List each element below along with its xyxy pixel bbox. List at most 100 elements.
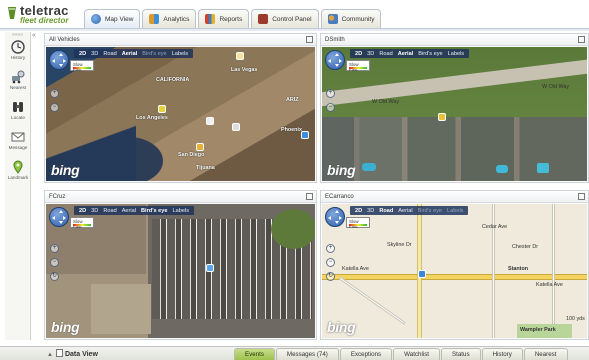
vehicle-marker[interactable] bbox=[206, 117, 214, 125]
mode-2d-button[interactable]: 2D bbox=[79, 208, 86, 214]
sidebar-item-locate[interactable]: Locate bbox=[5, 100, 31, 120]
tab-status[interactable]: Status bbox=[441, 348, 481, 360]
mode-3d-button[interactable]: 3D bbox=[367, 51, 374, 57]
rotate-button[interactable]: ↻ bbox=[326, 272, 335, 281]
aerial-button[interactable]: Aerial bbox=[122, 51, 138, 57]
vehicle-marker[interactable] bbox=[158, 105, 166, 113]
speed-legend: Slow Fast bbox=[346, 60, 370, 72]
zoom-out-button[interactable]: − bbox=[50, 103, 59, 112]
data-view-toggle[interactable]: ▲ Data View bbox=[47, 349, 98, 358]
zoom-in-button[interactable]: + bbox=[50, 244, 59, 253]
maximize-icon[interactable] bbox=[578, 193, 585, 200]
road-button[interactable]: Road bbox=[379, 208, 393, 214]
vehicle-marker[interactable] bbox=[232, 123, 240, 131]
mode-2d-button[interactable]: 2D bbox=[355, 51, 362, 57]
sidebar-item-nearest[interactable]: Nearest bbox=[5, 70, 31, 90]
teletrac-logo-icon bbox=[8, 7, 16, 19]
tab-reports[interactable]: Reports bbox=[198, 9, 250, 28]
speed-legend: Slow Fast bbox=[70, 217, 94, 229]
panel-title: DSmith bbox=[321, 34, 588, 46]
labels-button[interactable]: Labels bbox=[173, 208, 189, 214]
street-label: Katella Ave bbox=[342, 266, 369, 272]
vehicle-marker[interactable] bbox=[301, 131, 309, 139]
road-button[interactable]: Road bbox=[103, 208, 116, 214]
zoom-in-button[interactable]: + bbox=[326, 244, 335, 253]
tab-history[interactable]: History bbox=[481, 348, 523, 360]
map-view[interactable]: 2D 3D Road Aerial Bird's eye Labels Slow… bbox=[322, 204, 587, 338]
mode-3d-button[interactable]: 3D bbox=[91, 51, 98, 57]
map-view[interactable]: 2D 3D Road Aerial Bird's eye Labels Slow… bbox=[46, 47, 315, 181]
maximize-icon[interactable] bbox=[306, 193, 313, 200]
rotate-button[interactable]: ↻ bbox=[50, 272, 59, 281]
bing-logo: bing bbox=[327, 162, 356, 178]
tab-control-panel[interactable]: Control Panel bbox=[251, 9, 319, 28]
panel-title-text: FCruz bbox=[49, 194, 66, 200]
vehicle-marker[interactable] bbox=[196, 143, 204, 151]
tab-messages[interactable]: Messages (74) bbox=[275, 348, 339, 360]
zoom-controls: + − bbox=[326, 89, 337, 112]
mode-2d-button[interactable]: 2D bbox=[79, 51, 86, 57]
pool bbox=[496, 165, 508, 173]
zoom-in-button[interactable]: + bbox=[50, 89, 59, 98]
sidebar-item-history[interactable]: History bbox=[5, 40, 31, 60]
zoom-controls: + − ↻ bbox=[50, 244, 61, 281]
street-label: W Old Way bbox=[372, 99, 400, 105]
sidebar-label: History bbox=[10, 55, 26, 60]
labels-button[interactable]: Labels bbox=[447, 208, 463, 214]
sidebar-item-message[interactable]: Message bbox=[5, 130, 31, 150]
birdseye-button[interactable]: Bird's eye bbox=[142, 51, 166, 57]
aerial-button[interactable]: Aerial bbox=[398, 208, 412, 214]
vehicle-marker[interactable] bbox=[438, 113, 446, 121]
navigation-compass[interactable] bbox=[325, 50, 345, 70]
tab-label: Community bbox=[341, 15, 375, 23]
birdseye-button[interactable]: Bird's eye bbox=[418, 208, 442, 214]
tab-watchlist[interactable]: Watchlist bbox=[393, 348, 441, 360]
tab-nearest[interactable]: Nearest bbox=[523, 348, 568, 360]
aerial-button[interactable]: Aerial bbox=[122, 208, 136, 214]
mode-3d-button[interactable]: 3D bbox=[91, 208, 98, 214]
labels-button[interactable]: Labels bbox=[172, 51, 188, 57]
vehicle-marker[interactable] bbox=[236, 52, 244, 60]
mode-3d-button[interactable]: 3D bbox=[367, 208, 374, 214]
aerial-button[interactable]: Aerial bbox=[398, 51, 414, 57]
navigation-compass[interactable] bbox=[49, 207, 69, 227]
people-icon bbox=[327, 14, 338, 24]
vehicle-marker[interactable] bbox=[418, 270, 426, 278]
mode-2d-button[interactable]: 2D bbox=[355, 208, 362, 214]
street-label: Katella Ave bbox=[536, 282, 563, 288]
tab-exceptions[interactable]: Exceptions bbox=[339, 348, 393, 360]
zoom-out-button[interactable]: − bbox=[326, 103, 335, 112]
bing-logo: bing bbox=[327, 319, 356, 335]
left-sidebar: «««« History Nearest Locate Message Land… bbox=[5, 32, 31, 340]
tab-map-view[interactable]: Map View bbox=[84, 9, 141, 28]
road-button[interactable]: Road bbox=[379, 51, 392, 57]
tab-events[interactable]: Events bbox=[234, 348, 275, 360]
birdseye-button[interactable]: Bird's eye bbox=[418, 51, 442, 57]
zoom-controls: + − ↻ bbox=[326, 244, 337, 281]
sidebar-item-landmark[interactable]: Landmark bbox=[5, 160, 31, 180]
building-roof bbox=[91, 284, 151, 334]
zoom-out-button[interactable]: − bbox=[50, 258, 59, 267]
labels-button[interactable]: Labels bbox=[448, 51, 464, 57]
road-button[interactable]: Road bbox=[103, 51, 116, 57]
teletrac-logo: teletrac fleet director bbox=[6, 2, 84, 26]
street-label: Chester Dr bbox=[512, 244, 539, 250]
zoom-in-button[interactable]: + bbox=[326, 89, 335, 98]
panel-title-text: DSmith bbox=[325, 37, 345, 43]
maximize-icon[interactable] bbox=[578, 36, 585, 43]
navigation-compass[interactable] bbox=[49, 50, 69, 70]
vehicle-marker[interactable] bbox=[206, 264, 214, 272]
clock-icon bbox=[11, 40, 25, 54]
sidebar-collapse-button[interactable]: « bbox=[32, 32, 36, 39]
map-view[interactable]: 2D 3D Road Aerial Bird's eye Labels Slow… bbox=[46, 204, 315, 338]
street-label: Stanton bbox=[508, 266, 529, 272]
birdseye-button[interactable]: Bird's eye bbox=[141, 208, 168, 214]
map-view[interactable]: 2D 3D Road Aerial Bird's eye Labels Slow… bbox=[322, 47, 587, 181]
tab-analytics[interactable]: Analytics bbox=[142, 9, 197, 28]
navigation-compass[interactable] bbox=[325, 207, 345, 227]
tab-community[interactable]: Community bbox=[320, 9, 382, 28]
tab-rule bbox=[0, 28, 589, 31]
sidebar-grip[interactable]: «««« bbox=[5, 32, 30, 38]
maximize-icon[interactable] bbox=[306, 36, 313, 43]
zoom-out-button[interactable]: − bbox=[326, 258, 335, 267]
